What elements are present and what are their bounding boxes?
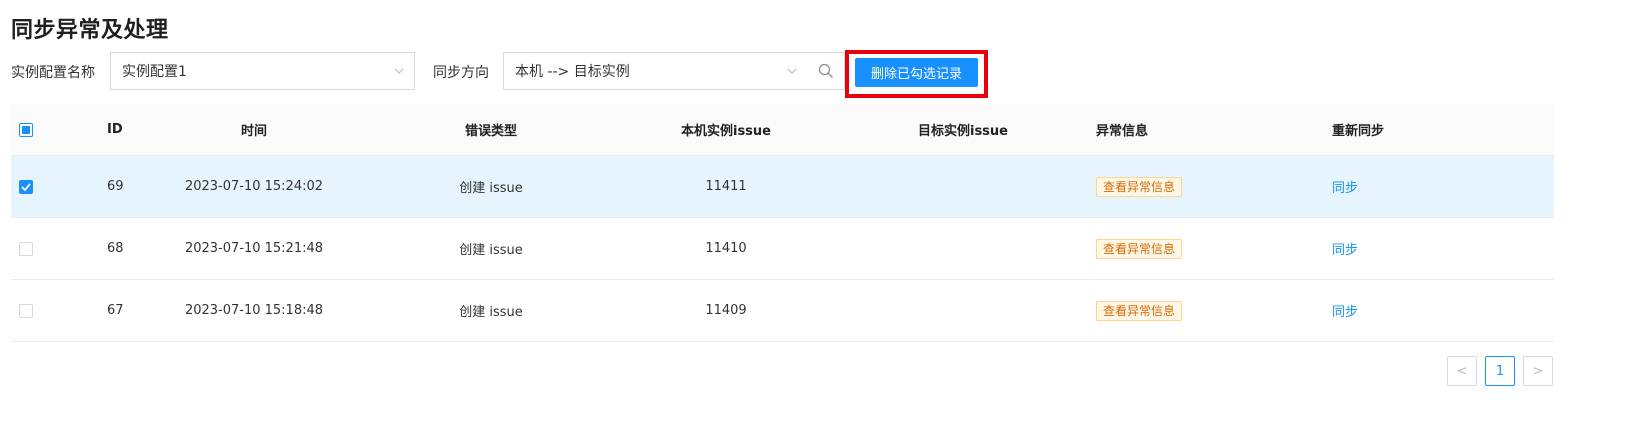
- table-row: 69 2023-07-10 15:24:02 创建 issue 11411 查看…: [11, 156, 1554, 218]
- view-exception-tag[interactable]: 查看异常信息: [1096, 176, 1183, 197]
- search-button[interactable]: [807, 52, 845, 90]
- row-resync-cell: 同步: [1332, 280, 1358, 341]
- prev-page-button[interactable]: <: [1447, 356, 1477, 386]
- row-exception-cell: 查看异常信息: [1096, 280, 1183, 341]
- resync-link[interactable]: 同步: [1332, 301, 1358, 320]
- sync-direction-select[interactable]: 本机 --> 目标实例: [503, 52, 808, 90]
- chevron-down-icon: [787, 68, 797, 74]
- row-local-issue: 11410: [705, 241, 747, 256]
- row-id: 67: [107, 303, 124, 318]
- check-icon: [21, 182, 31, 191]
- resync-link[interactable]: 同步: [1332, 177, 1358, 196]
- row-target-issue: [888, 218, 1038, 279]
- select-all-checkbox[interactable]: [19, 122, 33, 137]
- header-exception-info: 异常信息: [1096, 124, 1149, 139]
- instance-config-select[interactable]: 实例配置1: [110, 52, 415, 90]
- row-local-issue: 11411: [705, 179, 747, 194]
- next-page-button[interactable]: >: [1523, 356, 1553, 386]
- resync-link[interactable]: 同步: [1332, 239, 1358, 258]
- row-local-issue: 11409: [705, 303, 747, 318]
- row-select-cell: [19, 156, 33, 217]
- row-error-type: 创建 issue: [459, 305, 523, 320]
- row-target-issue: [888, 280, 1038, 341]
- instance-config-value: 实例配置1: [122, 64, 187, 80]
- select-all-cell: [19, 104, 33, 155]
- row-select-cell: [19, 280, 33, 341]
- row-id: 68: [107, 241, 124, 256]
- sync-direction-label: 同步方向: [433, 65, 489, 81]
- header-error-type: 错误类型: [464, 124, 517, 139]
- header-time: 时间: [240, 124, 267, 139]
- instance-config-label: 实例配置名称: [11, 65, 95, 81]
- header-resync: 重新同步: [1332, 124, 1385, 139]
- row-error-type: 创建 issue: [459, 181, 523, 196]
- search-icon: [818, 63, 833, 78]
- view-exception-tag[interactable]: 查看异常信息: [1096, 238, 1183, 259]
- row-exception-cell: 查看异常信息: [1096, 156, 1183, 217]
- delete-selected-button[interactable]: 删除已勾选记录: [855, 58, 978, 87]
- row-checkbox[interactable]: [19, 179, 33, 194]
- chevron-down-icon: [394, 68, 404, 74]
- row-checkbox[interactable]: [19, 303, 33, 318]
- row-time: 2023-07-10 15:24:02: [184, 179, 324, 194]
- row-time: 2023-07-10 15:21:48: [184, 241, 324, 256]
- row-exception-cell: 查看异常信息: [1096, 218, 1183, 279]
- row-error-type: 创建 issue: [459, 243, 523, 258]
- table-row: 67 2023-07-10 15:18:48 创建 issue 11409 查看…: [11, 280, 1554, 342]
- header-local-issue: 本机实例issue: [680, 124, 771, 139]
- exception-table: ID 时间 错误类型 本机实例issue 目标实例issue 异常信息 重新同步…: [11, 104, 1554, 342]
- row-resync-cell: 同步: [1332, 156, 1358, 217]
- table-header: ID 时间 错误类型 本机实例issue 目标实例issue 异常信息 重新同步: [11, 104, 1554, 156]
- row-target-issue: [888, 156, 1038, 217]
- table-row: 68 2023-07-10 15:21:48 创建 issue 11410 查看…: [11, 218, 1554, 280]
- view-exception-tag[interactable]: 查看异常信息: [1096, 300, 1183, 321]
- page-1-button[interactable]: 1: [1485, 356, 1515, 386]
- row-checkbox[interactable]: [19, 241, 33, 256]
- row-select-cell: [19, 218, 33, 279]
- sync-direction-value: 本机 --> 目标实例: [515, 64, 630, 80]
- row-id: 69: [107, 179, 124, 194]
- header-target-issue: 目标实例issue: [917, 124, 1008, 139]
- row-resync-cell: 同步: [1332, 218, 1358, 279]
- row-time: 2023-07-10 15:18:48: [184, 303, 324, 318]
- page-title: 同步异常及处理: [11, 18, 169, 43]
- header-id: ID: [107, 122, 123, 137]
